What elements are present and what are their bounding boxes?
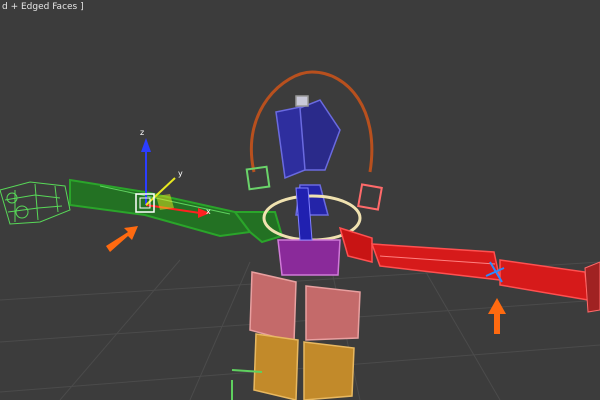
gizmo-y-label: y (178, 169, 183, 178)
indicator-arrow-icon (106, 226, 138, 252)
right-arm[interactable] (338, 226, 589, 301)
left-shin[interactable] (253, 333, 299, 400)
head-bone[interactable] (275, 95, 341, 180)
indicator-arrow-icon-right (488, 298, 506, 334)
left-hand-control[interactable] (245, 165, 271, 191)
right-hand-control[interactable] (357, 183, 383, 211)
gizmo-x-label: x (206, 207, 211, 216)
scene-canvas[interactable]: z y x (0, 0, 600, 400)
right-shin[interactable] (303, 341, 355, 400)
perspective-viewport[interactable]: d + Edged Faces ] z y x (0, 0, 600, 400)
left-thigh[interactable] (249, 271, 297, 343)
gizmo-z-label: z (140, 128, 144, 137)
pelvis-bone[interactable] (277, 239, 341, 276)
left-hand-wireframe (0, 181, 71, 225)
right-hand (584, 261, 600, 313)
right-thigh[interactable] (305, 285, 361, 341)
